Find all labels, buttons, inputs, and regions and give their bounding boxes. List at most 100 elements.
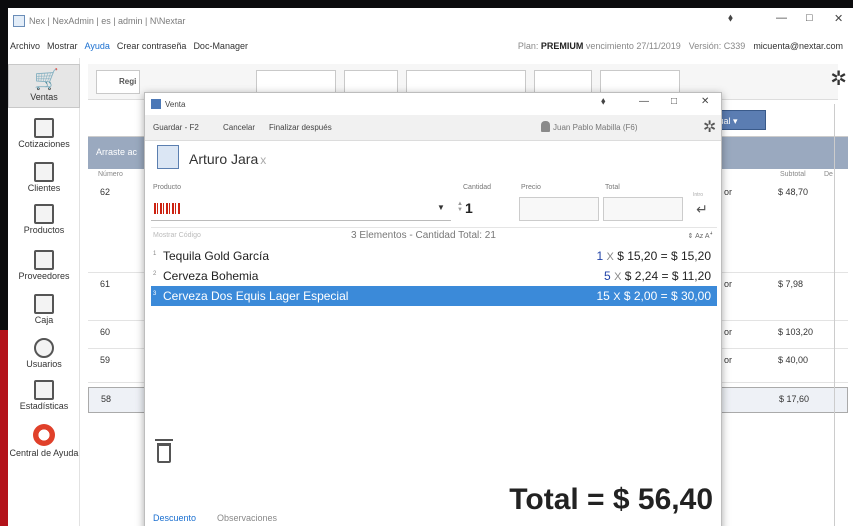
app-logo-icon bbox=[13, 15, 25, 27]
enter-icon[interactable]: ↵ bbox=[689, 195, 715, 221]
customer-name[interactable]: Arturo Jara x bbox=[189, 151, 266, 167]
vertical-scrollbar[interactable] bbox=[834, 104, 844, 526]
quantity-stepper[interactable]: ▲ ▼ 1 bbox=[457, 195, 512, 221]
pin-icon[interactable]: ⬧ bbox=[728, 12, 733, 25]
item-total: $ 11,20 bbox=[671, 269, 711, 283]
dialog-close-button[interactable]: ✕ bbox=[701, 96, 709, 107]
gear-icon[interactable]: ✲ bbox=[703, 117, 716, 137]
user-icon bbox=[34, 338, 54, 358]
maximize-button[interactable]: □ bbox=[806, 12, 813, 24]
total-field[interactable] bbox=[603, 197, 683, 221]
clients-icon bbox=[34, 162, 54, 182]
gear-icon[interactable]: ✲ bbox=[830, 66, 847, 91]
row-subtotal: $ 40,00 bbox=[778, 355, 809, 365]
remove-customer-button[interactable]: x bbox=[260, 153, 266, 167]
row-number: 58 bbox=[101, 394, 112, 404]
grand-total: Total = $ 56,40 bbox=[509, 483, 713, 516]
sidebar-item-caja[interactable]: Caja bbox=[8, 294, 80, 325]
items-list-header: Mostrar Código 3 Elementos - Cantidad To… bbox=[151, 230, 717, 244]
sidebar-item-central-de-ayuda[interactable]: Central de Ayuda bbox=[8, 424, 80, 458]
toolbar-button[interactable] bbox=[344, 70, 398, 94]
menu-crear-contrasena[interactable]: Crear contraseña bbox=[117, 41, 187, 51]
toolbar-button[interactable] bbox=[406, 70, 526, 94]
column-header-de[interactable]: De bbox=[824, 171, 833, 178]
customer-name-text: Arturo Jara bbox=[189, 151, 259, 167]
toolbar-button[interactable] bbox=[600, 70, 680, 94]
row-text: or bbox=[724, 355, 733, 365]
item-qty[interactable]: 1 bbox=[596, 249, 603, 263]
row-subtotal: $ 7,98 bbox=[778, 279, 804, 289]
item-index: 2 bbox=[153, 271, 157, 277]
notes-link[interactable]: Observaciones bbox=[217, 513, 277, 523]
row-subtotal: $ 17,60 bbox=[779, 394, 810, 404]
toolbar-button[interactable] bbox=[534, 70, 592, 94]
sidebar-item-proveedores[interactable]: Proveedores bbox=[8, 250, 80, 281]
pin-icon[interactable]: ⬧ bbox=[601, 96, 606, 107]
list-item[interactable]: 1 Tequila Gold García 1 X $ 15,20 = $ 15… bbox=[151, 246, 717, 266]
register-sale-button[interactable]: Regi bbox=[96, 70, 140, 94]
show-code-hint[interactable]: Mostrar Código bbox=[153, 232, 201, 239]
column-header-number[interactable]: Número bbox=[98, 171, 123, 178]
sidebar-item-usuarios[interactable]: Usuarios bbox=[8, 338, 80, 369]
list-item-selected[interactable]: 3 Cerveza Dos Equis Lager Especial 15 X … bbox=[151, 286, 717, 306]
save-button[interactable]: Guardar - F2 bbox=[153, 123, 199, 132]
row-text: or bbox=[724, 279, 733, 289]
finish-later-button[interactable]: Finalizar después bbox=[269, 123, 332, 132]
discount-link[interactable]: Descuento bbox=[153, 513, 196, 523]
dialog-toolbar: Guardar - F2 Cancelar Finalizar después … bbox=[145, 115, 721, 141]
menu-mostrar[interactable]: Mostrar bbox=[47, 41, 78, 51]
sidebar-item-label: Central de Ayuda bbox=[9, 448, 79, 458]
item-name: Tequila Gold García bbox=[163, 249, 270, 263]
dialog-maximize-button[interactable]: □ bbox=[671, 96, 677, 107]
menu-doc-manager[interactable]: Doc-Manager bbox=[193, 41, 248, 51]
sidebar-item-cotizaciones[interactable]: Cotizaciones bbox=[8, 118, 80, 149]
cart-icon: 🛒 bbox=[34, 69, 59, 91]
product-input[interactable] bbox=[151, 195, 451, 221]
lifebuoy-icon bbox=[33, 424, 55, 446]
sidebar-item-ventas[interactable]: 🛒 Ventas bbox=[8, 64, 80, 108]
sidebar-item-clientes[interactable]: Clientes bbox=[8, 162, 80, 193]
list-item[interactable]: 2 Cerveza Bohemia 5 X $ 2,24 = $ 11,20 bbox=[151, 266, 717, 286]
quantity-label: Cantidad bbox=[463, 184, 492, 191]
item-qty[interactable]: 15 bbox=[596, 289, 609, 303]
items-summary: 3 Elementos - Cantidad Total: 21 bbox=[351, 230, 496, 241]
menu-archivo[interactable]: Archivo bbox=[10, 41, 40, 51]
venta-dialog-icon bbox=[151, 99, 161, 109]
row-number: 62 bbox=[100, 187, 111, 197]
item-index: 1 bbox=[153, 251, 157, 257]
quantity-value[interactable]: 1 bbox=[465, 200, 473, 216]
chevron-down-icon[interactable]: ▼ bbox=[437, 203, 445, 212]
item-total: $ 15,20 bbox=[670, 249, 711, 263]
sidebar-item-label: Clientes bbox=[27, 183, 61, 193]
price-field[interactable] bbox=[519, 197, 599, 221]
sidebar-item-estadisticas[interactable]: Estadísticas bbox=[8, 380, 80, 411]
column-header-subtotal[interactable]: Subtotal bbox=[780, 171, 806, 178]
item-qty[interactable]: 5 bbox=[604, 269, 611, 283]
sort-icon[interactable]: ⇕ Az Aꜜ bbox=[688, 232, 713, 240]
chart-icon bbox=[34, 380, 54, 400]
item-times: X bbox=[614, 271, 622, 283]
trash-icon[interactable] bbox=[157, 443, 171, 463]
menu-ayuda[interactable]: Ayuda bbox=[85, 41, 110, 51]
sidebar-item-label: Proveedores bbox=[18, 271, 70, 281]
toolbar-button[interactable] bbox=[256, 70, 336, 94]
item-equals: = bbox=[660, 289, 668, 303]
trash-lid bbox=[155, 439, 173, 441]
sidebar-item-productos[interactable]: Productos bbox=[8, 204, 80, 235]
current-user[interactable]: Juan Pablo Mabilla (F6) bbox=[553, 123, 637, 132]
dialog-minimize-button[interactable]: — bbox=[639, 96, 649, 107]
row-number: 60 bbox=[100, 327, 111, 337]
item-price: $ 15,20 bbox=[617, 249, 658, 263]
account-link[interactable]: micuenta@nextar.com bbox=[753, 41, 843, 51]
items-list: Mostrar Código 3 Elementos - Cantidad To… bbox=[151, 227, 717, 477]
minimize-button[interactable]: — bbox=[776, 12, 787, 24]
item-index: 3 bbox=[153, 291, 157, 297]
cancel-button[interactable]: Cancelar bbox=[223, 123, 255, 132]
stepper-arrows-icon[interactable]: ▲ ▼ bbox=[457, 201, 463, 213]
item-name: Cerveza Bohemia bbox=[163, 269, 259, 283]
grid-group-hint: Arraste ac bbox=[96, 147, 138, 157]
window-titlebar: Nex | NexAdmin | es | admin | N\Nextar ⬧… bbox=[8, 8, 853, 34]
plan-info: Plan: PREMIUM vencimiento 27/11/2019 bbox=[518, 41, 681, 51]
item-times: X bbox=[606, 251, 614, 263]
close-button[interactable]: ✕ bbox=[834, 12, 843, 25]
